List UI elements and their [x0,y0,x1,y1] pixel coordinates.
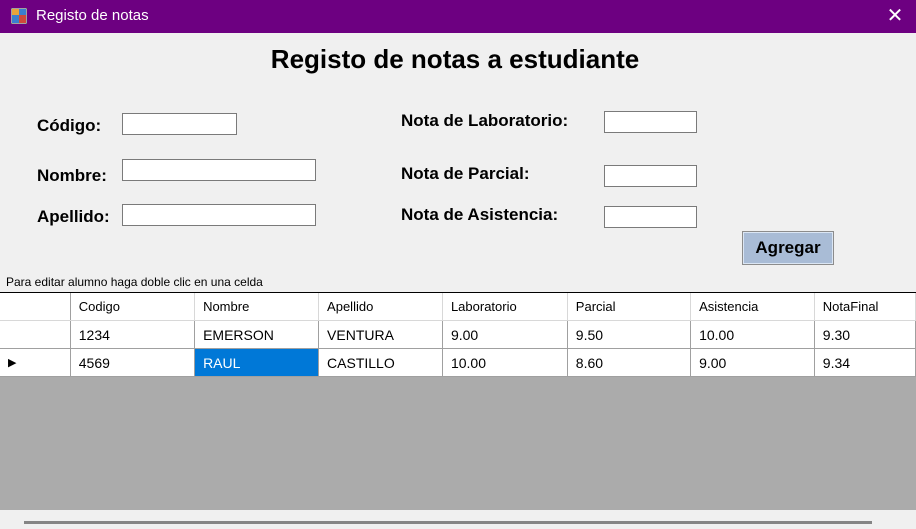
laboratorio-input[interactable] [604,111,697,133]
data-grid[interactable]: Codigo Nombre Apellido Laboratorio Parci… [0,292,916,511]
current-row-arrow-icon[interactable]: ▶ [0,348,71,377]
column-header-codigo[interactable]: Codigo [70,293,196,321]
apellido-label: Apellido: [37,207,110,226]
nombre-input[interactable] [122,159,316,181]
horizontal-scrollbar[interactable] [24,521,872,524]
column-header-asistencia[interactable]: Asistencia [690,293,815,321]
cell-apellido[interactable]: VENTURA [318,320,443,349]
asistencia-label: Nota de Asistencia: [401,205,559,224]
cell-laboratorio[interactable]: 10.00 [442,348,568,377]
header-row: Codigo Nombre Apellido Laboratorio Parci… [0,293,916,321]
page-title: Registo de notas a estudiante [270,44,640,74]
table-row[interactable]: ▶ 4569 RAUL CASTILLO 10.00 8.60 9.00 9.3… [0,348,916,377]
row-header-corner [0,293,71,321]
column-header-parcial[interactable]: Parcial [567,293,692,321]
cell-notafinal[interactable]: 9.34 [814,348,916,377]
parcial-label: Nota de Parcial: [401,164,530,183]
cell-laboratorio[interactable]: 9.00 [442,320,568,349]
window-title: Registo de notas [36,7,149,24]
cell-parcial[interactable]: 8.60 [567,348,692,377]
laboratorio-label: Nota de Laboratorio: [401,111,569,130]
cell-nombre-selected[interactable]: RAUL [194,348,320,377]
table-row[interactable]: 1234 EMERSON VENTURA 9.00 9.50 10.00 9.3… [0,320,916,349]
codigo-label: Código: [37,116,102,135]
edit-hint: Para editar alumno haga doble clic en un… [6,275,263,289]
cell-nombre[interactable]: EMERSON [194,320,320,349]
grades-table: Codigo Nombre Apellido Laboratorio Parci… [0,293,916,377]
codigo-input[interactable] [122,113,237,135]
parcial-input[interactable] [604,165,697,187]
bottom-area [0,510,916,529]
cell-notafinal[interactable]: 9.30 [814,320,916,349]
row-indicator[interactable] [0,320,71,349]
cell-parcial[interactable]: 9.50 [567,320,692,349]
agregar-button[interactable]: Agregar [742,231,834,265]
column-header-nombre[interactable]: Nombre [194,293,320,321]
cell-asistencia[interactable]: 10.00 [690,320,815,349]
close-icon: ✕ [886,5,904,27]
column-header-notafinal[interactable]: NotaFinal [814,293,916,321]
column-header-laboratorio[interactable]: Laboratorio [442,293,568,321]
cell-asistencia[interactable]: 9.00 [690,348,815,377]
app-icon [11,8,27,24]
nombre-label: Nombre: [37,166,107,185]
cell-codigo[interactable]: 4569 [70,348,196,377]
apellido-input[interactable] [122,204,316,226]
close-button[interactable]: ✕ [880,4,910,28]
cell-apellido[interactable]: CASTILLO [318,348,443,377]
cell-codigo[interactable]: 1234 [70,320,196,349]
title-bar: Registo de notas ✕ [0,0,916,33]
asistencia-input[interactable] [604,206,697,228]
column-header-apellido[interactable]: Apellido [318,293,443,321]
